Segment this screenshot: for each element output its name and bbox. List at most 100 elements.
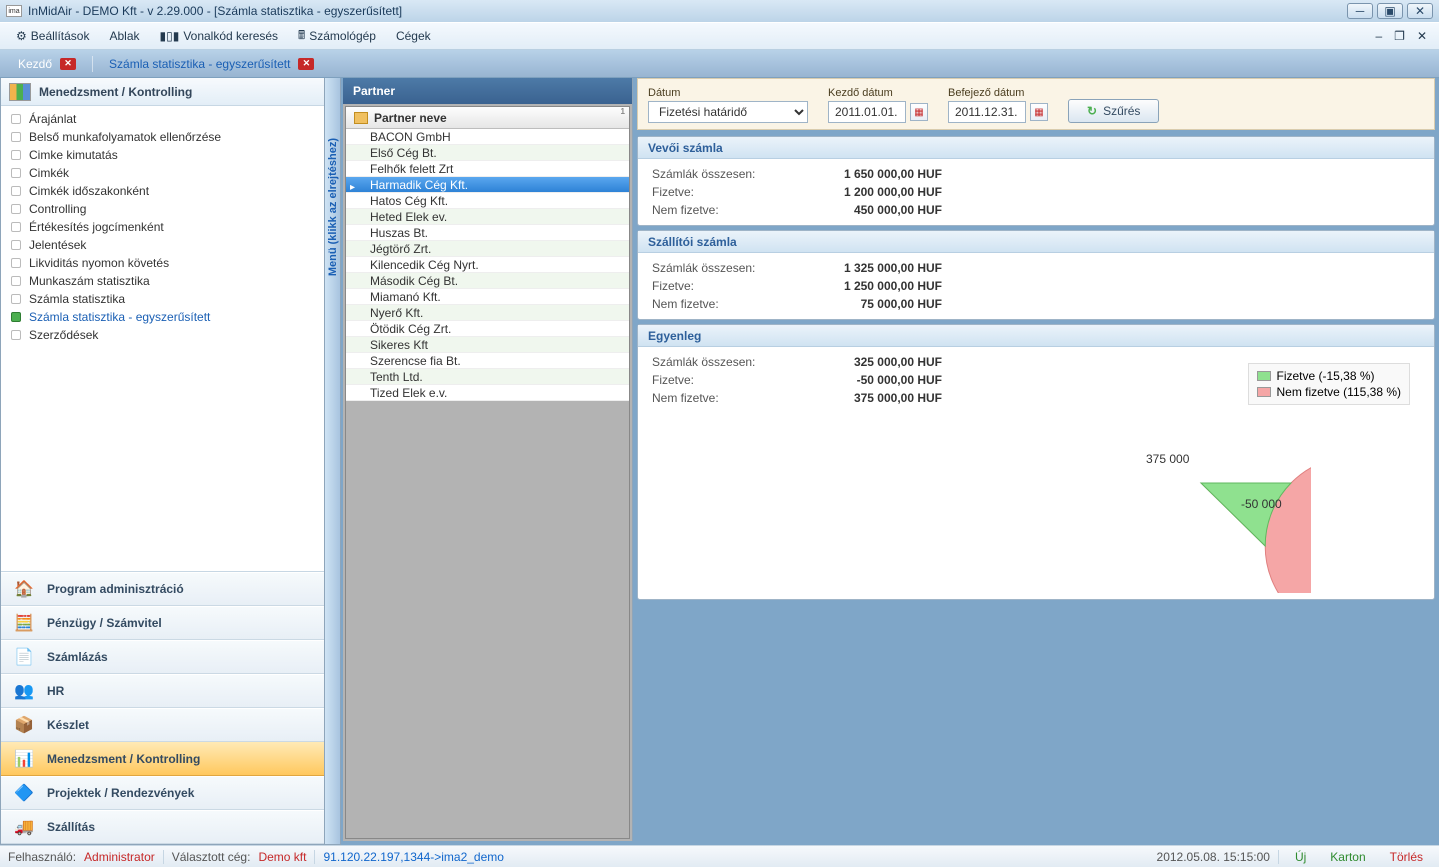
row-indicator-icon [350, 179, 366, 191]
mdi-minimize-button[interactable]: – [1369, 27, 1388, 45]
pie-label-unpaid: 375 000 [1146, 452, 1190, 466]
sidebar-item[interactable]: Cimkék [1, 164, 324, 182]
menu-calculator[interactable]: 🖩Számológép [288, 22, 386, 51]
sidebar-item[interactable]: Értékesítés jogcímenként [1, 218, 324, 236]
tab-invoice-stats[interactable]: Számla statisztika - egyszerűsített ✕ [99, 53, 324, 75]
sidebar-item[interactable]: Számla statisztika [1, 290, 324, 308]
partner-row[interactable]: Harmadik Cég Kft. [346, 177, 629, 193]
sidebar-item-label: Számla statisztika [29, 292, 125, 306]
filter-label: Dátum [648, 87, 808, 99]
partner-row[interactable]: Kilencedik Cég Nyrt. [346, 257, 629, 273]
sidebar-item-icon [11, 222, 21, 232]
partner-name: BACON GmbH [370, 130, 451, 144]
start-date-input[interactable] [828, 101, 906, 123]
sidebar-item-icon [11, 132, 21, 142]
row-indicator-icon [350, 371, 366, 383]
kv-value: 1 250 000,00 HUF [822, 277, 942, 295]
sidebar-item-icon [11, 294, 21, 304]
sidebar-module[interactable]: 🏠Program adminisztráció [1, 572, 324, 606]
legend-swatch-paid [1257, 371, 1271, 381]
partner-row[interactable]: Huszas Bt. [346, 225, 629, 241]
maximize-button[interactable]: ▣ [1377, 3, 1403, 19]
window-controls: ─ ▣ ✕ [1347, 3, 1433, 19]
partner-row[interactable]: Heted Elek ev. [346, 209, 629, 225]
sidebar-module[interactable]: 🧮Pénzügy / Számvitel [1, 606, 324, 640]
menu-companies[interactable]: Cégek [386, 25, 441, 47]
sidebar-module[interactable]: 📊Menedzsment / Kontrolling [1, 742, 324, 776]
partner-row[interactable]: Sikeres Kft [346, 337, 629, 353]
status-connection: 91.120.22.197,1344->ima2_demo [323, 850, 503, 864]
row-indicator-icon [350, 131, 366, 143]
sidebar-item-label: Értékesítés jogcímenként [29, 220, 164, 234]
sidebar-item-icon [11, 240, 21, 250]
sidebar-item[interactable]: Árajánlat [1, 110, 324, 128]
partner-row[interactable]: Szerencse fia Bt. [346, 353, 629, 369]
status-card-button[interactable]: Karton [1322, 850, 1373, 864]
partner-name: Nyerő Kft. [370, 306, 423, 320]
partner-grid-body[interactable]: BACON GmbHElső Cég Bt.Felhők felett ZrtH… [346, 129, 629, 838]
status-delete-button[interactable]: Törlés [1382, 850, 1431, 864]
partner-row[interactable]: Miamanó Kft. [346, 289, 629, 305]
sidebar-item[interactable]: Cimkék időszakonként [1, 182, 324, 200]
sidebar-item[interactable]: Controlling [1, 200, 324, 218]
partner-row[interactable]: Nyerő Kft. [346, 305, 629, 321]
sidebar-item[interactable]: Munkaszám statisztika [1, 272, 324, 290]
partner-row[interactable]: Ötödik Cég Zrt. [346, 321, 629, 337]
partner-column-header[interactable]: Partner neve 1 [346, 107, 629, 129]
sidebar-item[interactable]: Szerződések [1, 326, 324, 344]
minimize-button[interactable]: ─ [1347, 3, 1373, 19]
partner-name: Felhők felett Zrt [370, 162, 453, 176]
partner-name: Második Cég Bt. [370, 274, 458, 288]
partner-row[interactable]: Első Cég Bt. [346, 145, 629, 161]
tab-home[interactable]: Kezdő ✕ [8, 53, 86, 75]
sidebar-module[interactable]: 📦Készlet [1, 708, 324, 742]
partner-row[interactable]: Második Cég Bt. [346, 273, 629, 289]
kv-value: 325 000,00 HUF [822, 353, 942, 371]
sidebar-module[interactable]: 🔷Projektek / Rendezvények [1, 776, 324, 810]
partner-name: Tenth Ltd. [370, 370, 423, 384]
sidebar-item[interactable]: Számla statisztika - egyszerűsített [1, 308, 324, 326]
sidebar-item-icon [11, 204, 21, 214]
partner-row[interactable]: BACON GmbH [346, 129, 629, 145]
sidebar-collapse-handle[interactable]: Menü (klikk az elrejtéshez) [325, 78, 341, 845]
filter-button[interactable]: ↻ Szűrés [1068, 99, 1159, 123]
tab-close-icon[interactable]: ✕ [298, 58, 314, 70]
calendar-icon[interactable]: ▦ [910, 103, 928, 121]
sidebar-item-icon [11, 330, 21, 340]
sidebar-module[interactable]: 📄Számlázás [1, 640, 324, 674]
end-date-input[interactable] [948, 101, 1026, 123]
partner-row[interactable]: Tized Elek e.v. [346, 385, 629, 401]
sidebar-item[interactable]: Jelentések [1, 236, 324, 254]
sidebar-module[interactable]: 🚚Szállítás [1, 810, 324, 844]
partner-row[interactable]: Jégtörő Zrt. [346, 241, 629, 257]
menu-barcode[interactable]: ▮▯▮Vonalkód keresés [150, 25, 289, 47]
kv-label: Számlák összesen: [652, 353, 822, 371]
kv-value: -50 000,00 HUF [822, 371, 942, 389]
partner-row[interactable]: Tenth Ltd. [346, 369, 629, 385]
mdi-close-button[interactable]: ✕ [1411, 27, 1433, 45]
sidebar-item-label: Jelentések [29, 238, 86, 252]
sidebar-item-label: Cimkék időszakonként [29, 184, 149, 198]
sort-indicator: 1 [621, 107, 625, 116]
menu-settings[interactable]: ⚙Beállítások [6, 25, 99, 47]
calendar-icon[interactable]: ▦ [1030, 103, 1048, 121]
partner-row[interactable]: Hatos Cég Kft. [346, 193, 629, 209]
tab-close-icon[interactable]: ✕ [60, 58, 76, 70]
date-type-select[interactable]: Fizetési határidő [648, 101, 808, 123]
filter-label: Kezdő dátum [828, 87, 928, 99]
sidebar-title: Menedzsment / Kontrolling [39, 85, 192, 99]
tab-label: Kezdő [18, 57, 52, 71]
sidebar-item[interactable]: Cimke kimutatás [1, 146, 324, 164]
status-new-button[interactable]: Új [1287, 850, 1314, 864]
module-icon: 🚚 [13, 816, 35, 838]
close-button[interactable]: ✕ [1407, 3, 1433, 19]
kv-label: Nem fizetve: [652, 389, 822, 407]
filter-label: Befejező dátum [948, 87, 1048, 99]
menu-window[interactable]: Ablak [99, 25, 149, 47]
sidebar-item[interactable]: Likviditás nyomon követés [1, 254, 324, 272]
partner-name: Első Cég Bt. [370, 146, 437, 160]
sidebar-item[interactable]: Belső munkafolyamatok ellenőrzése [1, 128, 324, 146]
sidebar-module[interactable]: 👥HR [1, 674, 324, 708]
partner-row[interactable]: Felhők felett Zrt [346, 161, 629, 177]
mdi-restore-button[interactable]: ❐ [1388, 27, 1411, 45]
